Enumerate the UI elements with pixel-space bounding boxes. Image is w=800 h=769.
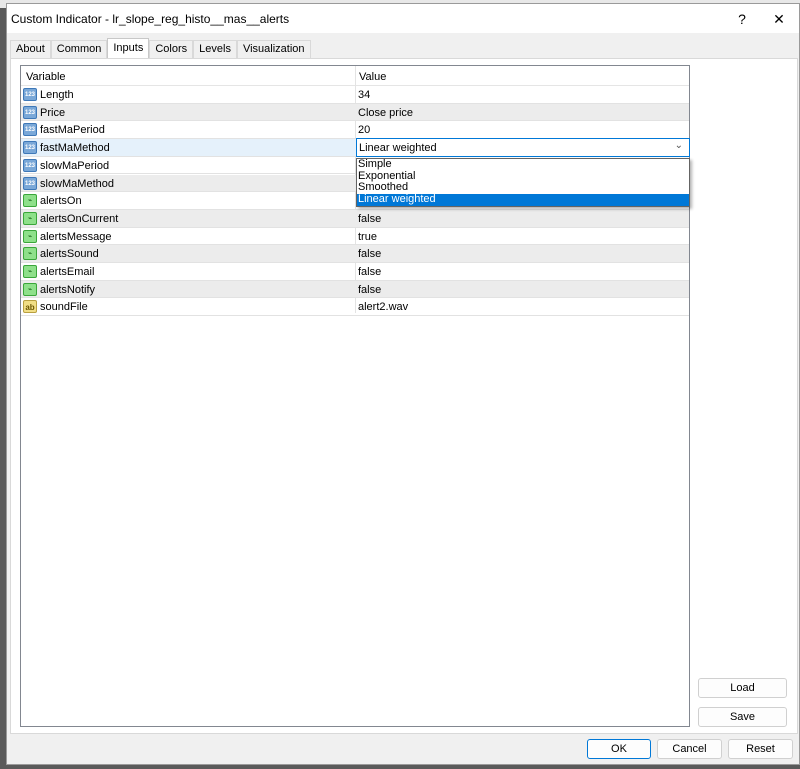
param-value[interactable]: false (358, 213, 381, 225)
param-value[interactable]: false (358, 266, 381, 278)
inputs-grid: Variable Value 123 Length 34 123 Price Close … (20, 65, 690, 727)
param-name: slowMaMethod (40, 177, 114, 190)
number-type-icon: 123 (23, 158, 37, 172)
inputs-panel: Variable Value 123 Length 34 123 Price Close … (10, 58, 798, 734)
number-type-icon: 123 (23, 176, 37, 190)
tab-visualization[interactable]: Visualization (236, 40, 311, 58)
close-button[interactable]: ✕ (757, 6, 800, 32)
chevron-down-icon[interactable]: ⌄ (675, 140, 683, 151)
cancel-button[interactable]: Cancel (657, 739, 722, 759)
number-type-icon: 123 (23, 105, 37, 119)
ma-method-combobox[interactable]: Linear weighted ⌄ (356, 138, 690, 158)
tab-levels[interactable]: Levels (193, 40, 237, 58)
param-value[interactable]: 20 (358, 124, 370, 136)
tab-about[interactable]: About (10, 40, 51, 58)
param-row-alertsOnCurrent[interactable]: ⌁ alertsOnCurrent false (21, 209, 689, 228)
window-title: Custom Indicator - lr_slope_reg_histo__m… (11, 12, 290, 26)
param-value[interactable]: Close price (358, 107, 413, 119)
header-value: Value (359, 71, 387, 83)
boolean-type-icon: ⌁ (23, 282, 37, 296)
param-name: alertsEmail (40, 266, 95, 278)
ok-button[interactable]: OK (587, 739, 651, 759)
param-row-alertsMessage[interactable]: ⌁ alertsMessage true (21, 228, 689, 246)
dropdown-option[interactable]: Simple (357, 158, 689, 171)
load-button[interactable]: Load (698, 678, 787, 698)
ma-method-dropdown-list: Simple Exponential Smoothed Linear weighted (356, 158, 690, 207)
boolean-type-icon: ⌁ (23, 211, 37, 225)
param-name: Price (40, 106, 66, 119)
param-name: alertsOnCurrent (40, 212, 119, 225)
custom-indicator-dialog: Custom Indicator - lr_slope_reg_histo__m… (6, 3, 800, 765)
param-name: fastMaPeriod (40, 124, 105, 137)
boolean-type-icon: ⌁ (23, 229, 37, 243)
param-name: alertsSound (40, 248, 99, 261)
tab-bar: About Common Inputs Colors Levels Visualizati… (10, 38, 311, 58)
param-value[interactable]: false (358, 248, 381, 260)
string-type-icon: ab (23, 300, 37, 314)
param-name: fastMaMethod (40, 142, 110, 155)
param-row-alertsEmail[interactable]: ⌁ alertsEmail false (21, 263, 689, 281)
header-variable: Variable (26, 71, 66, 83)
param-value[interactable]: 34 (358, 89, 370, 101)
boolean-type-icon: ⌁ (23, 194, 37, 208)
param-name: Length (40, 89, 74, 101)
number-type-icon: 123 (23, 88, 37, 101)
tab-inputs[interactable]: Inputs (107, 38, 150, 58)
param-row-fastMaMethod[interactable]: 123 fastMaMethod Linear weighted ⌄ (21, 138, 690, 158)
tab-common[interactable]: Common (50, 40, 108, 58)
param-row-Length[interactable]: 123 Length 34 (21, 86, 689, 104)
param-value[interactable]: alert2.wav (358, 301, 408, 313)
param-row-alertsSound[interactable]: ⌁ alertsSound false (21, 245, 689, 263)
combo-value: Linear weighted (359, 142, 437, 155)
param-value[interactable]: true (358, 231, 377, 243)
param-name: alertsMessage (40, 230, 112, 243)
number-type-icon: 123 (23, 123, 37, 137)
param-name: slowMaPeriod (40, 159, 110, 172)
param-row-fastMaPeriod[interactable]: 123 fastMaPeriod 20 (21, 121, 689, 140)
param-name: alertsOn (40, 195, 82, 208)
title-bar: Custom Indicator - lr_slope_reg_histo__m… (7, 4, 799, 33)
param-row-soundFile[interactable]: ab soundFile alert2.wav (21, 298, 689, 317)
reset-button[interactable]: Reset (728, 739, 793, 759)
param-name: soundFile (40, 301, 88, 314)
boolean-type-icon: ⌁ (23, 265, 37, 278)
save-button[interactable]: Save (698, 707, 787, 727)
tab-colors[interactable]: Colors (149, 40, 194, 58)
number-type-icon: 123 (23, 141, 37, 155)
param-name: alertsNotify (40, 283, 96, 296)
boolean-type-icon: ⌁ (23, 247, 37, 261)
dropdown-option[interactable]: Linear weighted (357, 193, 689, 206)
param-row-alertsNotify[interactable]: ⌁ alertsNotify false (21, 280, 689, 299)
param-row-Price[interactable]: 123 Price Close price (21, 103, 689, 122)
param-value[interactable]: false (358, 284, 381, 296)
